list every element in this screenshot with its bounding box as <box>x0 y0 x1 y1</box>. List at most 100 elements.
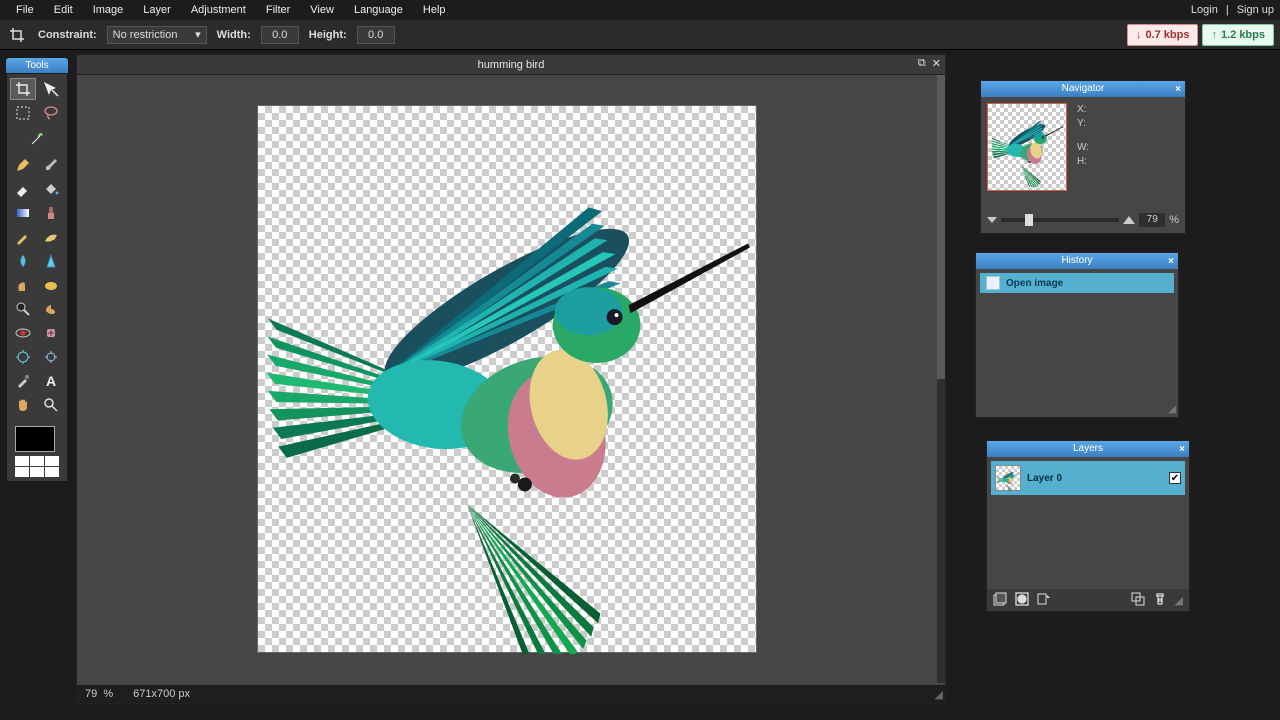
width-label: Width: <box>217 29 251 41</box>
layer-thumbnail[interactable] <box>995 465 1021 491</box>
history-resize-grip-icon[interactable]: ◢ <box>1168 404 1176 415</box>
gradient-tool[interactable] <box>10 202 36 224</box>
bloat-tool[interactable] <box>10 346 36 368</box>
new-layer-button[interactable] <box>993 592 1007 609</box>
menu-layer[interactable]: Layer <box>133 1 181 19</box>
layers-panel: Layers × Layer 0 ✔ ◢ <box>986 440 1190 612</box>
menu-view[interactable]: View <box>300 1 344 19</box>
zoom-out-icon[interactable] <box>987 217 997 223</box>
layers-resize-grip-icon[interactable]: ◢ <box>1175 594 1183 607</box>
vertical-scrollbar[interactable] <box>937 75 945 683</box>
history-close-icon[interactable]: × <box>1168 254 1174 270</box>
maximize-icon[interactable]: ⧉ <box>918 57 926 70</box>
close-icon[interactable]: ✕ <box>932 57 941 70</box>
download-arrow-icon: ↓ <box>1136 29 1142 41</box>
clone-tool[interactable] <box>38 202 64 224</box>
eyedropper-tool[interactable] <box>10 370 36 392</box>
foreground-swatch[interactable] <box>15 426 55 452</box>
upload-rate: 1.2 kbps <box>1221 29 1265 41</box>
document-window: humming bird ⧉ ✕ 79 % 671x700 px ◢ <box>76 54 946 704</box>
layer-row[interactable]: Layer 0 ✔ <box>991 461 1185 495</box>
navigator-thumbnail[interactable] <box>987 103 1067 191</box>
smudge-tool[interactable] <box>10 274 36 296</box>
history-title[interactable]: History × <box>976 253 1178 269</box>
canvas[interactable] <box>258 106 756 652</box>
wand-tool[interactable] <box>24 128 50 150</box>
layers-title[interactable]: Layers × <box>987 441 1189 457</box>
document-statusbar: 79 % 671x700 px ◢ <box>77 685 945 703</box>
crop-tool[interactable] <box>10 78 36 100</box>
zoom-in-icon[interactable] <box>1123 216 1135 224</box>
menu-edit[interactable]: Edit <box>44 1 83 19</box>
upload-badge: ↑ 1.2 kbps <box>1202 24 1274 46</box>
zoom-slider-track[interactable] <box>1001 218 1119 222</box>
tools-palette: Tools <box>6 58 68 482</box>
zoom-slider-thumb[interactable] <box>1025 214 1033 226</box>
layers-toolbar: ◢ <box>987 589 1189 611</box>
canvas-area[interactable] <box>77 75 937 683</box>
history-item[interactable]: Open image <box>980 273 1174 293</box>
burn-tool[interactable] <box>38 298 64 320</box>
upload-arrow-icon: ↑ <box>1211 29 1217 41</box>
pinch-tool[interactable] <box>38 346 64 368</box>
marquee-tool[interactable] <box>10 102 36 124</box>
chevron-down-icon: ▾ <box>195 28 201 41</box>
zoom-value[interactable]: 79 <box>1139 213 1165 227</box>
move-tool[interactable] <box>38 78 64 100</box>
sharpen-tool[interactable] <box>38 250 64 272</box>
signup-link[interactable]: Sign up <box>1237 4 1274 16</box>
preset-swatches[interactable] <box>15 456 59 477</box>
redeye-tool[interactable] <box>10 322 36 344</box>
eraser-tool[interactable] <box>10 178 36 200</box>
menu-bar: File Edit Image Layer Adjustment Filter … <box>0 0 1280 20</box>
constraint-select[interactable]: No restriction ▾ <box>107 26 207 44</box>
height-input[interactable]: 0.0 <box>357 26 395 44</box>
status-dimensions: 671x700 px <box>133 688 190 700</box>
auth-divider: | <box>1226 4 1229 16</box>
resize-grip-icon[interactable]: ◢ <box>935 688 943 701</box>
delete-layer-button[interactable] <box>1153 592 1167 609</box>
main-menu: File Edit Image Layer Adjustment Filter … <box>6 1 456 19</box>
height-label: Height: <box>309 29 347 41</box>
menu-file[interactable]: File <box>6 1 44 19</box>
zoom-tool[interactable] <box>38 394 64 416</box>
history-panel: History × Open image ◢ <box>975 252 1179 418</box>
layer-visibility-checkbox[interactable]: ✔ <box>1169 472 1181 484</box>
menu-image[interactable]: Image <box>83 1 134 19</box>
blur-tool[interactable] <box>10 250 36 272</box>
lasso-tool[interactable] <box>38 102 64 124</box>
replace-color-tool[interactable] <box>10 226 36 248</box>
draw-tool[interactable] <box>38 226 64 248</box>
layers-title-text: Layers <box>1073 443 1103 454</box>
bucket-tool[interactable] <box>38 178 64 200</box>
document-title: humming bird <box>478 59 545 71</box>
navigator-title-text: Navigator <box>1062 83 1105 94</box>
auth-links: Login | Sign up <box>1191 4 1274 16</box>
nav-y-label: Y: <box>1077 117 1089 131</box>
layer-fx-button[interactable] <box>1037 592 1051 609</box>
spot-heal-tool[interactable] <box>38 322 64 344</box>
width-input[interactable]: 0.0 <box>261 26 299 44</box>
status-zoom: 79 <box>85 688 97 700</box>
layer-mask-button[interactable] <box>1015 592 1029 609</box>
dodge-tool[interactable] <box>10 298 36 320</box>
type-tool[interactable]: A <box>38 370 64 392</box>
status-zoom-unit: % <box>103 688 113 700</box>
color-swatches[interactable] <box>15 426 59 477</box>
navigator-title[interactable]: Navigator × <box>981 81 1185 97</box>
hand-tool[interactable] <box>10 394 36 416</box>
document-titlebar[interactable]: humming bird ⧉ ✕ <box>77 55 945 75</box>
sponge-tool[interactable] <box>38 274 64 296</box>
menu-help[interactable]: Help <box>413 1 456 19</box>
menu-filter[interactable]: Filter <box>256 1 300 19</box>
login-link[interactable]: Login <box>1191 4 1218 16</box>
navigator-panel: Navigator × X: Y: W: H: 79 % <box>980 80 1186 234</box>
menu-language[interactable]: Language <box>344 1 413 19</box>
menu-adjustment[interactable]: Adjustment <box>181 1 256 19</box>
pencil-tool[interactable] <box>10 154 36 176</box>
layers-close-icon[interactable]: × <box>1179 442 1185 458</box>
navigator-close-icon[interactable]: × <box>1175 82 1181 98</box>
nav-w-label: W: <box>1077 141 1089 155</box>
brush-tool[interactable] <box>38 154 64 176</box>
duplicate-layer-button[interactable] <box>1131 592 1145 609</box>
